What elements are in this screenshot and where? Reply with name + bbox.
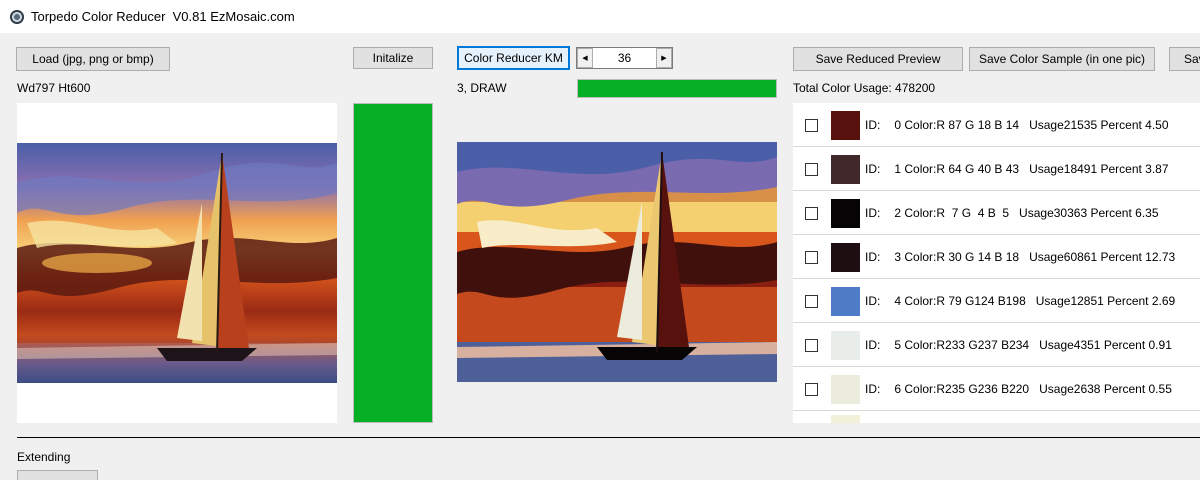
draw-progress-bar xyxy=(577,79,777,98)
list-item[interactable]: ID: 4 Color:R 79 G124 B198 Usage12851 Pe… xyxy=(793,279,1200,323)
decrement-button[interactable]: ◀ xyxy=(577,48,593,68)
list-item[interactable]: ID: 5 Color:R233 G237 B234 Usage4351 Per… xyxy=(793,323,1200,367)
list-item[interactable]: ID: 3 Color:R 30 G 14 B 18 Usage60861 Pe… xyxy=(793,235,1200,279)
color-id-label: ID: xyxy=(865,338,881,352)
color-info: 1 Color:R 64 G 40 B 43 Usage18491 Percen… xyxy=(894,162,1169,176)
color-checkbox[interactable] xyxy=(805,162,818,176)
color-count-stepper[interactable]: ◀ 36 ▶ xyxy=(576,47,673,69)
color-checkbox[interactable] xyxy=(805,294,818,308)
extending-button[interactable] xyxy=(17,470,98,480)
color-checkbox[interactable] xyxy=(805,250,818,264)
init-progress-fill xyxy=(354,104,432,422)
init-progress-bar xyxy=(353,103,433,423)
color-info: 2 Color:R 7 G 4 B 5 Usage30363 Percent 6… xyxy=(894,206,1159,220)
color-swatch xyxy=(831,242,860,272)
color-info: 6 Color:R235 G236 B220 Usage2638 Percent… xyxy=(894,382,1172,396)
color-reducer-button[interactable]: Color Reducer KM xyxy=(457,46,570,70)
title-bar: Torpedo Color Reducer V0.81 EzMosaic.com xyxy=(0,0,1200,33)
color-info: 0 Color:R 87 G 18 B 14 Usage21535 Percen… xyxy=(894,118,1169,132)
color-info: 3 Color:R 30 G 14 B 18 Usage60861 Percen… xyxy=(894,250,1176,264)
color-id-label: ID: xyxy=(865,118,881,132)
chevron-right-icon: ▶ xyxy=(661,55,667,62)
save-sample-button[interactable]: Save Color Sample (in one pic) xyxy=(969,47,1155,71)
original-image xyxy=(17,143,337,383)
original-image-panel xyxy=(17,103,337,423)
initialize-button[interactable]: Initalize xyxy=(353,47,433,69)
chevron-left-icon: ◀ xyxy=(582,55,588,62)
reduced-image xyxy=(457,142,777,382)
color-id-label: ID: xyxy=(865,162,881,176)
color-info: 4 Color:R 79 G124 B198 Usage12851 Percen… xyxy=(894,294,1176,308)
color-swatch xyxy=(831,415,860,423)
save-extra-button[interactable]: Sav xyxy=(1169,47,1200,71)
color-id-label: ID: xyxy=(865,206,881,220)
list-item[interactable]: ID: 6 Color:R235 G236 B220 Usage2638 Per… xyxy=(793,367,1200,411)
lens-icon xyxy=(10,9,24,24)
color-checkbox[interactable] xyxy=(805,382,818,396)
list-item[interactable]: ID: 2 Color:R 7 G 4 B 5 Usage30363 Perce… xyxy=(793,191,1200,235)
color-checkbox[interactable] xyxy=(805,206,818,220)
color-swatch xyxy=(831,286,860,316)
color-checkbox[interactable] xyxy=(805,118,818,132)
color-info: 5 Color:R233 G237 B234 Usage4351 Percent… xyxy=(894,338,1172,352)
color-id-label: ID: xyxy=(865,250,881,264)
section-divider xyxy=(17,437,1200,438)
list-item[interactable]: ID: 1 Color:R 64 G 40 B 43 Usage18491 Pe… xyxy=(793,147,1200,191)
color-swatch xyxy=(831,110,860,140)
total-color-usage: Total Color Usage: 478200 xyxy=(793,81,936,95)
draw-status: 3, DRAW xyxy=(457,81,507,95)
list-item[interactable]: ID: 0 Color:R 87 G 18 B 14 Usage21535 Pe… xyxy=(793,103,1200,147)
window-title: Torpedo Color Reducer V0.81 EzMosaic.com xyxy=(31,9,295,24)
save-preview-button[interactable]: Save Reduced Preview xyxy=(793,47,963,71)
color-id-label: ID: xyxy=(865,294,881,308)
color-checkbox[interactable] xyxy=(805,338,818,352)
increment-button[interactable]: ▶ xyxy=(656,48,672,68)
color-swatch xyxy=(831,330,860,360)
load-button[interactable]: Load (jpg, png or bmp) xyxy=(16,47,170,71)
extending-label: Extending xyxy=(17,450,71,464)
color-swatch xyxy=(831,198,860,228)
color-swatch xyxy=(831,374,860,404)
color-count-value[interactable]: 36 xyxy=(593,48,656,68)
color-list[interactable]: ID: 0 Color:R 87 G 18 B 14 Usage21535 Pe… xyxy=(793,103,1200,423)
image-dimensions: Wd797 Ht600 xyxy=(17,81,91,95)
draw-progress-fill xyxy=(578,80,776,97)
color-swatch xyxy=(831,154,860,184)
color-id-label: ID: xyxy=(865,382,881,396)
list-item[interactable] xyxy=(793,415,1200,423)
